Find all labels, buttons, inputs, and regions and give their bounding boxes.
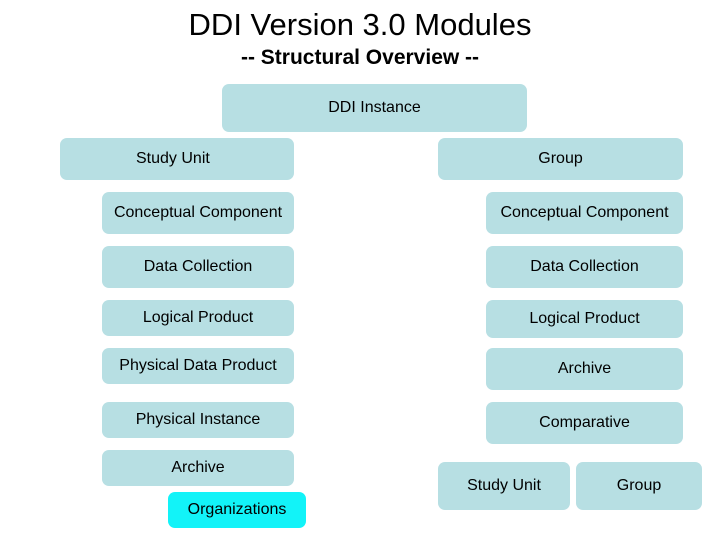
- g-conceptual-component-box: Conceptual Component: [486, 192, 683, 234]
- study-unit-label: Study Unit: [136, 150, 210, 167]
- diagram-title: DDI Version 3.0 Modules: [188, 7, 532, 42]
- organizations-label: Organizations: [187, 501, 287, 518]
- module-label: Archive: [557, 360, 612, 377]
- module-label: Comparative: [539, 414, 630, 431]
- module-label: Data Collection: [143, 258, 253, 275]
- child-label: Group: [616, 477, 662, 494]
- diagram-subtitle: -- Structural Overview --: [240, 46, 480, 69]
- organizations-box: Organizations: [168, 492, 306, 528]
- g-logical-product-box: Logical Product: [486, 300, 683, 338]
- su-physical-instance-box: Physical Instance: [102, 402, 294, 438]
- su-conceptual-component-box: Conceptual Component: [102, 192, 294, 234]
- su-physical-data-product-box: Physical Data Product: [102, 348, 294, 384]
- g-comparative-box: Comparative: [486, 402, 683, 444]
- module-label: Logical Product: [529, 310, 640, 327]
- g-child-group-box: Group: [576, 462, 702, 510]
- module-label: Physical Data Product: [119, 357, 277, 374]
- module-label: Archive: [171, 459, 225, 476]
- group-label: Group: [538, 150, 583, 167]
- g-archive-box: Archive: [486, 348, 683, 390]
- study-unit-box: Study Unit: [60, 138, 294, 180]
- su-archive-box: Archive: [102, 450, 294, 486]
- module-label: Conceptual Component: [500, 204, 669, 221]
- g-data-collection-box: Data Collection: [486, 246, 683, 288]
- ddi-instance-box: DDI Instance: [222, 84, 527, 132]
- su-logical-product-box: Logical Product: [102, 300, 294, 336]
- module-label: Logical Product: [142, 309, 254, 326]
- module-label: Data Collection: [530, 258, 639, 275]
- group-box: Group: [438, 138, 683, 180]
- g-child-study-unit-box: Study Unit: [438, 462, 570, 510]
- su-data-collection-box: Data Collection: [102, 246, 294, 288]
- module-label: Physical Instance: [135, 411, 261, 428]
- ddi-instance-label: DDI Instance: [328, 99, 421, 116]
- module-label: Conceptual Component: [113, 204, 283, 221]
- child-label: Study Unit: [467, 477, 541, 494]
